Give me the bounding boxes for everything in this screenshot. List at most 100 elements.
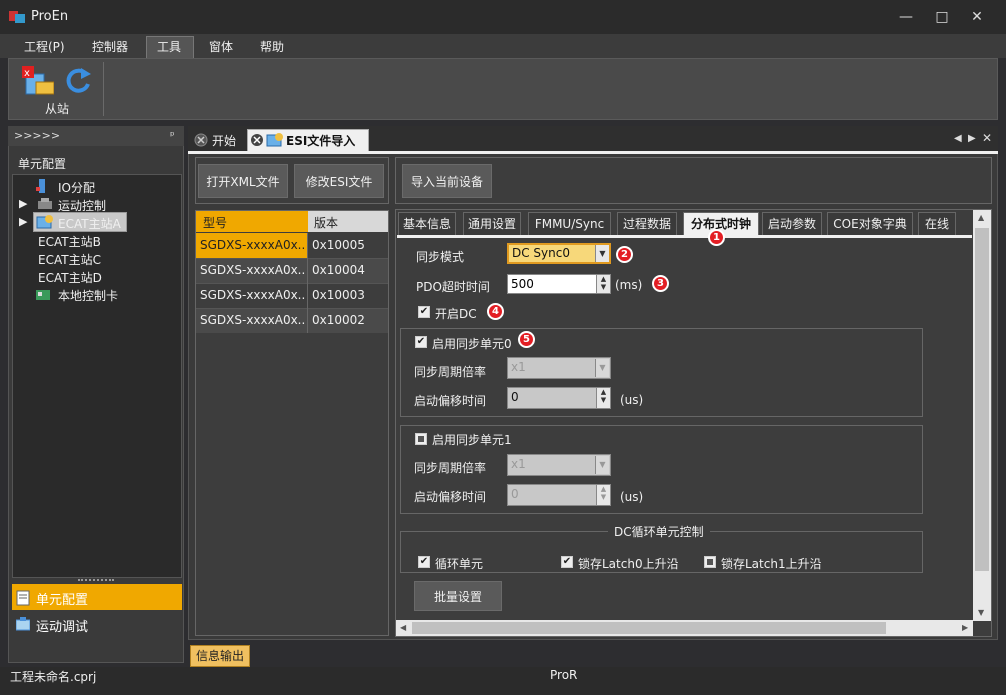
scroll-right-icon[interactable]: ▶	[968, 133, 976, 144]
window-title: ProEn	[31, 9, 69, 24]
latch0-checkbox[interactable]: ✔	[561, 556, 573, 568]
slave-delete-icon[interactable]: x	[22, 66, 55, 101]
cyclic-unit-checkbox[interactable]: ✔	[418, 556, 430, 568]
sync1-cycle-label: 同步周期倍率	[414, 461, 487, 475]
tree-item-ecat-b[interactable]: ECAT主站B	[38, 233, 101, 250]
tab-general[interactable]: 通用设置	[463, 212, 521, 236]
chevron-down-icon[interactable]: ▼	[595, 456, 609, 474]
unit-config-title: 单元配置	[18, 157, 67, 171]
menu-project[interactable]: 工程(P)	[24, 38, 65, 55]
pdo-unit: (ms)	[615, 278, 643, 292]
scroll-up-icon[interactable]: ▲	[978, 213, 984, 222]
col-header-model[interactable]: 型号	[196, 211, 308, 232]
scroll-down-icon[interactable]: ▼	[978, 608, 984, 617]
stepper-icon[interactable]: ▲ ▼	[596, 275, 610, 293]
menu-window[interactable]: 窗体	[209, 38, 233, 55]
tab-esi-label: ESI文件导入	[286, 134, 356, 148]
chevron-down-icon[interactable]: ▼	[595, 245, 609, 262]
table-cell[interactable]: 0x10003	[312, 288, 365, 302]
menu-help[interactable]: 帮助	[260, 38, 284, 55]
expand-arrow-icon[interactable]: ▶	[19, 215, 27, 228]
close-icon[interactable]	[250, 133, 264, 150]
tab-process-data[interactable]: 过程数据	[617, 212, 677, 236]
refresh-icon[interactable]	[64, 66, 92, 99]
table-cell[interactable]: SGDXS-xxxxA0x...	[200, 238, 306, 252]
minimize-button[interactable]: —	[895, 8, 917, 26]
tab-coe-dict[interactable]: COE对象字典	[827, 212, 913, 236]
pdo-timeout-label: PDO超时时间	[416, 280, 490, 294]
status-filename: 工程未命名.cprj	[10, 670, 97, 684]
latch1-label: 锁存Latch1上升沿	[721, 557, 822, 571]
tab-fmmu-sync[interactable]: FMMU/Sync	[528, 212, 611, 236]
open-xml-button[interactable]: 打开XML文件	[198, 164, 288, 198]
sync1-offset-label: 启动偏移时间	[414, 490, 487, 504]
menu-tools[interactable]: 工具	[157, 38, 181, 55]
tree-item-motion[interactable]: 运动控制	[58, 197, 106, 214]
esi-icon	[266, 132, 284, 151]
pin-icon[interactable]: ᵖ	[170, 129, 175, 142]
scroll-left-icon[interactable]: ◀	[400, 623, 406, 632]
table-cell[interactable]: SGDXS-xxxxA0x...	[200, 263, 306, 277]
splitter-grip[interactable]	[78, 579, 114, 582]
expand-arrow-icon[interactable]: ▶	[19, 197, 27, 210]
col-header-version[interactable]: 版本	[308, 211, 388, 232]
close-button[interactable]: ✕	[966, 8, 988, 26]
io-icon	[36, 179, 48, 196]
left-panel-collapse[interactable]: >>>>>	[14, 129, 60, 142]
tab-online[interactable]: 在线	[918, 212, 956, 236]
title-bar	[0, 0, 1006, 34]
table-cell[interactable]: SGDXS-xxxxA0x...	[200, 288, 306, 302]
scroll-right-icon[interactable]: ▶	[962, 623, 968, 632]
horizontal-scroll-thumb[interactable]	[412, 622, 886, 634]
tree-item-io[interactable]: IO分配	[58, 179, 95, 196]
table-cell[interactable]: 0x10004	[312, 263, 365, 277]
table-cell[interactable]: SGDXS-xxxxA0x...	[200, 313, 306, 327]
stepper-icon[interactable]: ▲ ▼	[596, 388, 610, 408]
table-cell[interactable]: 0x10002	[312, 313, 365, 327]
nav-unit-config-label: 单元配置	[36, 593, 89, 608]
app-icon	[9, 9, 25, 23]
enable-dc-checkbox[interactable]: ✔	[418, 306, 430, 318]
tab-startup-params[interactable]: 启动参数	[762, 212, 822, 236]
enable-dc-label: 开启DC	[435, 307, 477, 321]
motion-debug-icon	[15, 617, 31, 634]
stepper-icon[interactable]: ▲ ▼	[596, 485, 610, 505]
tab-basic-info[interactable]: 基本信息	[398, 212, 456, 236]
batch-settings-button[interactable]: 批量设置	[414, 581, 502, 611]
menu-controller[interactable]: 控制器	[92, 38, 128, 55]
enable-sync0-checkbox[interactable]: ✔	[415, 336, 427, 348]
callout-badge: 2	[616, 246, 633, 263]
import-device-button[interactable]: 导入当前设备	[402, 164, 492, 198]
dc-cyclic-title: DC循环单元控制	[608, 523, 710, 540]
tree-item-ecat-d[interactable]: ECAT主站D	[38, 269, 102, 286]
sync-mode-value: DC Sync0	[512, 246, 570, 260]
close-doc-icon[interactable]: ✕	[982, 131, 992, 145]
motion-icon	[38, 198, 52, 213]
sync-mode-label: 同步模式	[416, 250, 465, 264]
tree-item-ecat-a[interactable]: ECAT主站A	[58, 215, 121, 232]
output-tab[interactable]: 信息输出	[190, 645, 250, 667]
status-center-text: ProR	[550, 668, 578, 682]
tree-item-ecat-c[interactable]: ECAT主站C	[38, 251, 101, 268]
callout-badge: 4	[487, 303, 504, 320]
table-cell[interactable]: 0x10005	[312, 238, 365, 252]
chevron-down-icon[interactable]: ▼	[595, 359, 609, 377]
latch1-checkbox[interactable]	[704, 556, 716, 568]
close-icon[interactable]	[194, 133, 208, 150]
column-divider	[307, 233, 308, 333]
callout-badge: 5	[518, 331, 535, 348]
sync0-cycle-label: 同步周期倍率	[414, 365, 487, 379]
slave-label: 从站	[45, 102, 70, 116]
edit-esi-button[interactable]: 修改ESI文件	[294, 164, 384, 198]
tab-start-label: 开始	[212, 134, 237, 148]
latch0-label: 锁存Latch0上升沿	[578, 557, 679, 571]
status-bar	[0, 667, 1006, 695]
vertical-scroll-thumb[interactable]	[975, 228, 989, 571]
sync1-unit: (us)	[620, 490, 644, 504]
enable-sync1-checkbox[interactable]	[415, 433, 427, 445]
tab-underline	[188, 151, 998, 154]
maximize-button[interactable]: □	[931, 8, 953, 26]
tree-item-local-card[interactable]: 本地控制卡	[58, 287, 118, 304]
scroll-left-icon[interactable]: ◀	[954, 133, 962, 144]
document-icon	[16, 590, 30, 609]
